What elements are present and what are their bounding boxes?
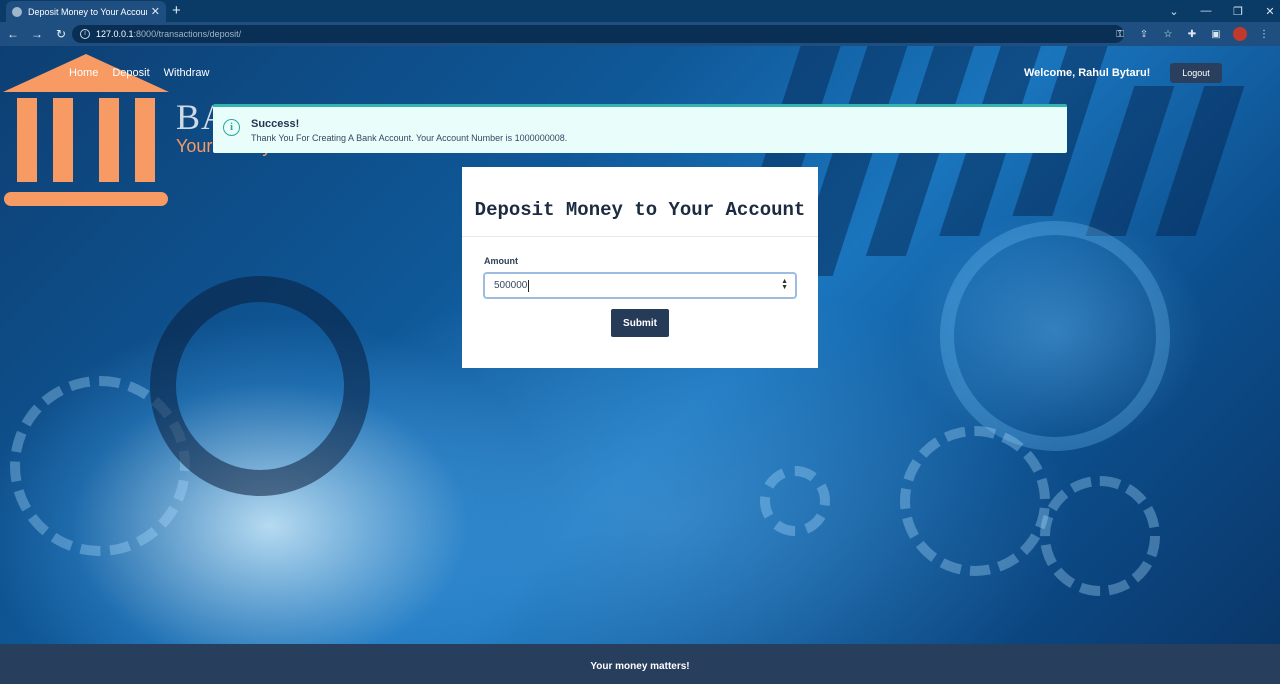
success-alert: i Success! Thank You For Creating A Bank… [213, 104, 1067, 153]
browser-tab-bar: Deposit Money to Your Account ✕ + ⌄ — ❐ … [0, 0, 1280, 22]
new-tab-button[interactable]: + [172, 2, 181, 20]
tab-search-icon[interactable]: ⌄ [1158, 5, 1190, 18]
alert-message: Thank You For Creating A Bank Account. Y… [251, 133, 568, 143]
browser-toolbar: ← → ↻ i 127.0.0.1:8000/transactions/depo… [0, 22, 1280, 46]
gear-icon [760, 466, 830, 536]
reload-icon[interactable]: ↻ [50, 27, 72, 41]
window-controls: ⌄ — ❐ ✕ [1158, 0, 1280, 22]
logout-button[interactable]: Logout [1170, 63, 1222, 83]
close-window-icon[interactable]: ✕ [1254, 5, 1280, 18]
gear-icon [1040, 476, 1160, 596]
background-stripe [1085, 86, 1175, 236]
nav-withdraw-link[interactable]: Withdraw [164, 67, 210, 79]
page-background: BANK OF WEIR Your money matters Home Dep… [0, 46, 1280, 684]
forward-icon[interactable]: → [26, 27, 48, 41]
background-stripe [1155, 86, 1245, 236]
page-title: Deposit Money to Your Account [474, 199, 806, 221]
extensions-icon[interactable]: ✚ [1180, 29, 1204, 40]
back-icon[interactable]: ← [2, 27, 24, 41]
menu-icon[interactable]: ⋮ [1252, 29, 1276, 40]
amount-label: Amount [484, 256, 518, 266]
side-panel-icon[interactable]: ▣ [1204, 29, 1228, 40]
site-info-icon[interactable]: i [80, 29, 90, 39]
minimize-icon[interactable]: — [1190, 5, 1222, 17]
gear-icon [900, 426, 1050, 576]
star-icon[interactable]: ☆ [1156, 29, 1180, 40]
profile-avatar[interactable] [1233, 27, 1247, 41]
nav-deposit-link[interactable]: Deposit [112, 67, 149, 79]
text-cursor [528, 279, 530, 292]
number-stepper[interactable]: ▲ ▼ [781, 278, 788, 291]
welcome-message: Welcome, Rahul Bytaru! [1024, 67, 1151, 79]
url-path: :8000/transactions/deposit/ [133, 29, 242, 39]
maximize-icon[interactable]: ❐ [1222, 5, 1254, 18]
main-nav: Home Deposit Withdraw [69, 67, 209, 79]
browser-tab[interactable]: Deposit Money to Your Account ✕ [6, 1, 166, 22]
address-bar[interactable]: i 127.0.0.1:8000/transactions/deposit/ [72, 25, 1124, 43]
alert-title: Success! [251, 118, 300, 130]
tab-title: Deposit Money to Your Account [28, 6, 147, 17]
key-icon[interactable]: ⚿ [1108, 29, 1132, 40]
deposit-card: Deposit Money to Your Account Amount 500… [462, 167, 818, 368]
close-tab-icon[interactable]: ✕ [151, 5, 160, 18]
submit-button[interactable]: Submit [611, 309, 669, 337]
magnifier-ring [940, 221, 1170, 451]
share-icon[interactable]: ⇪ [1132, 29, 1156, 40]
footer: Your money matters! [0, 644, 1280, 684]
divider [462, 236, 818, 237]
dollar-sign-shape [150, 276, 370, 496]
nav-home-link[interactable]: Home [69, 67, 98, 79]
globe-icon [12, 6, 22, 17]
amount-input[interactable]: 500000 ▲ ▼ [483, 272, 797, 299]
info-icon: i [223, 119, 240, 136]
amount-value: 500000 [494, 280, 528, 291]
toolbar-icons: ⚿ ⇪ ☆ ✚ ▣ ⋮ [1108, 22, 1276, 46]
url-host: 127.0.0.1 [96, 29, 134, 39]
